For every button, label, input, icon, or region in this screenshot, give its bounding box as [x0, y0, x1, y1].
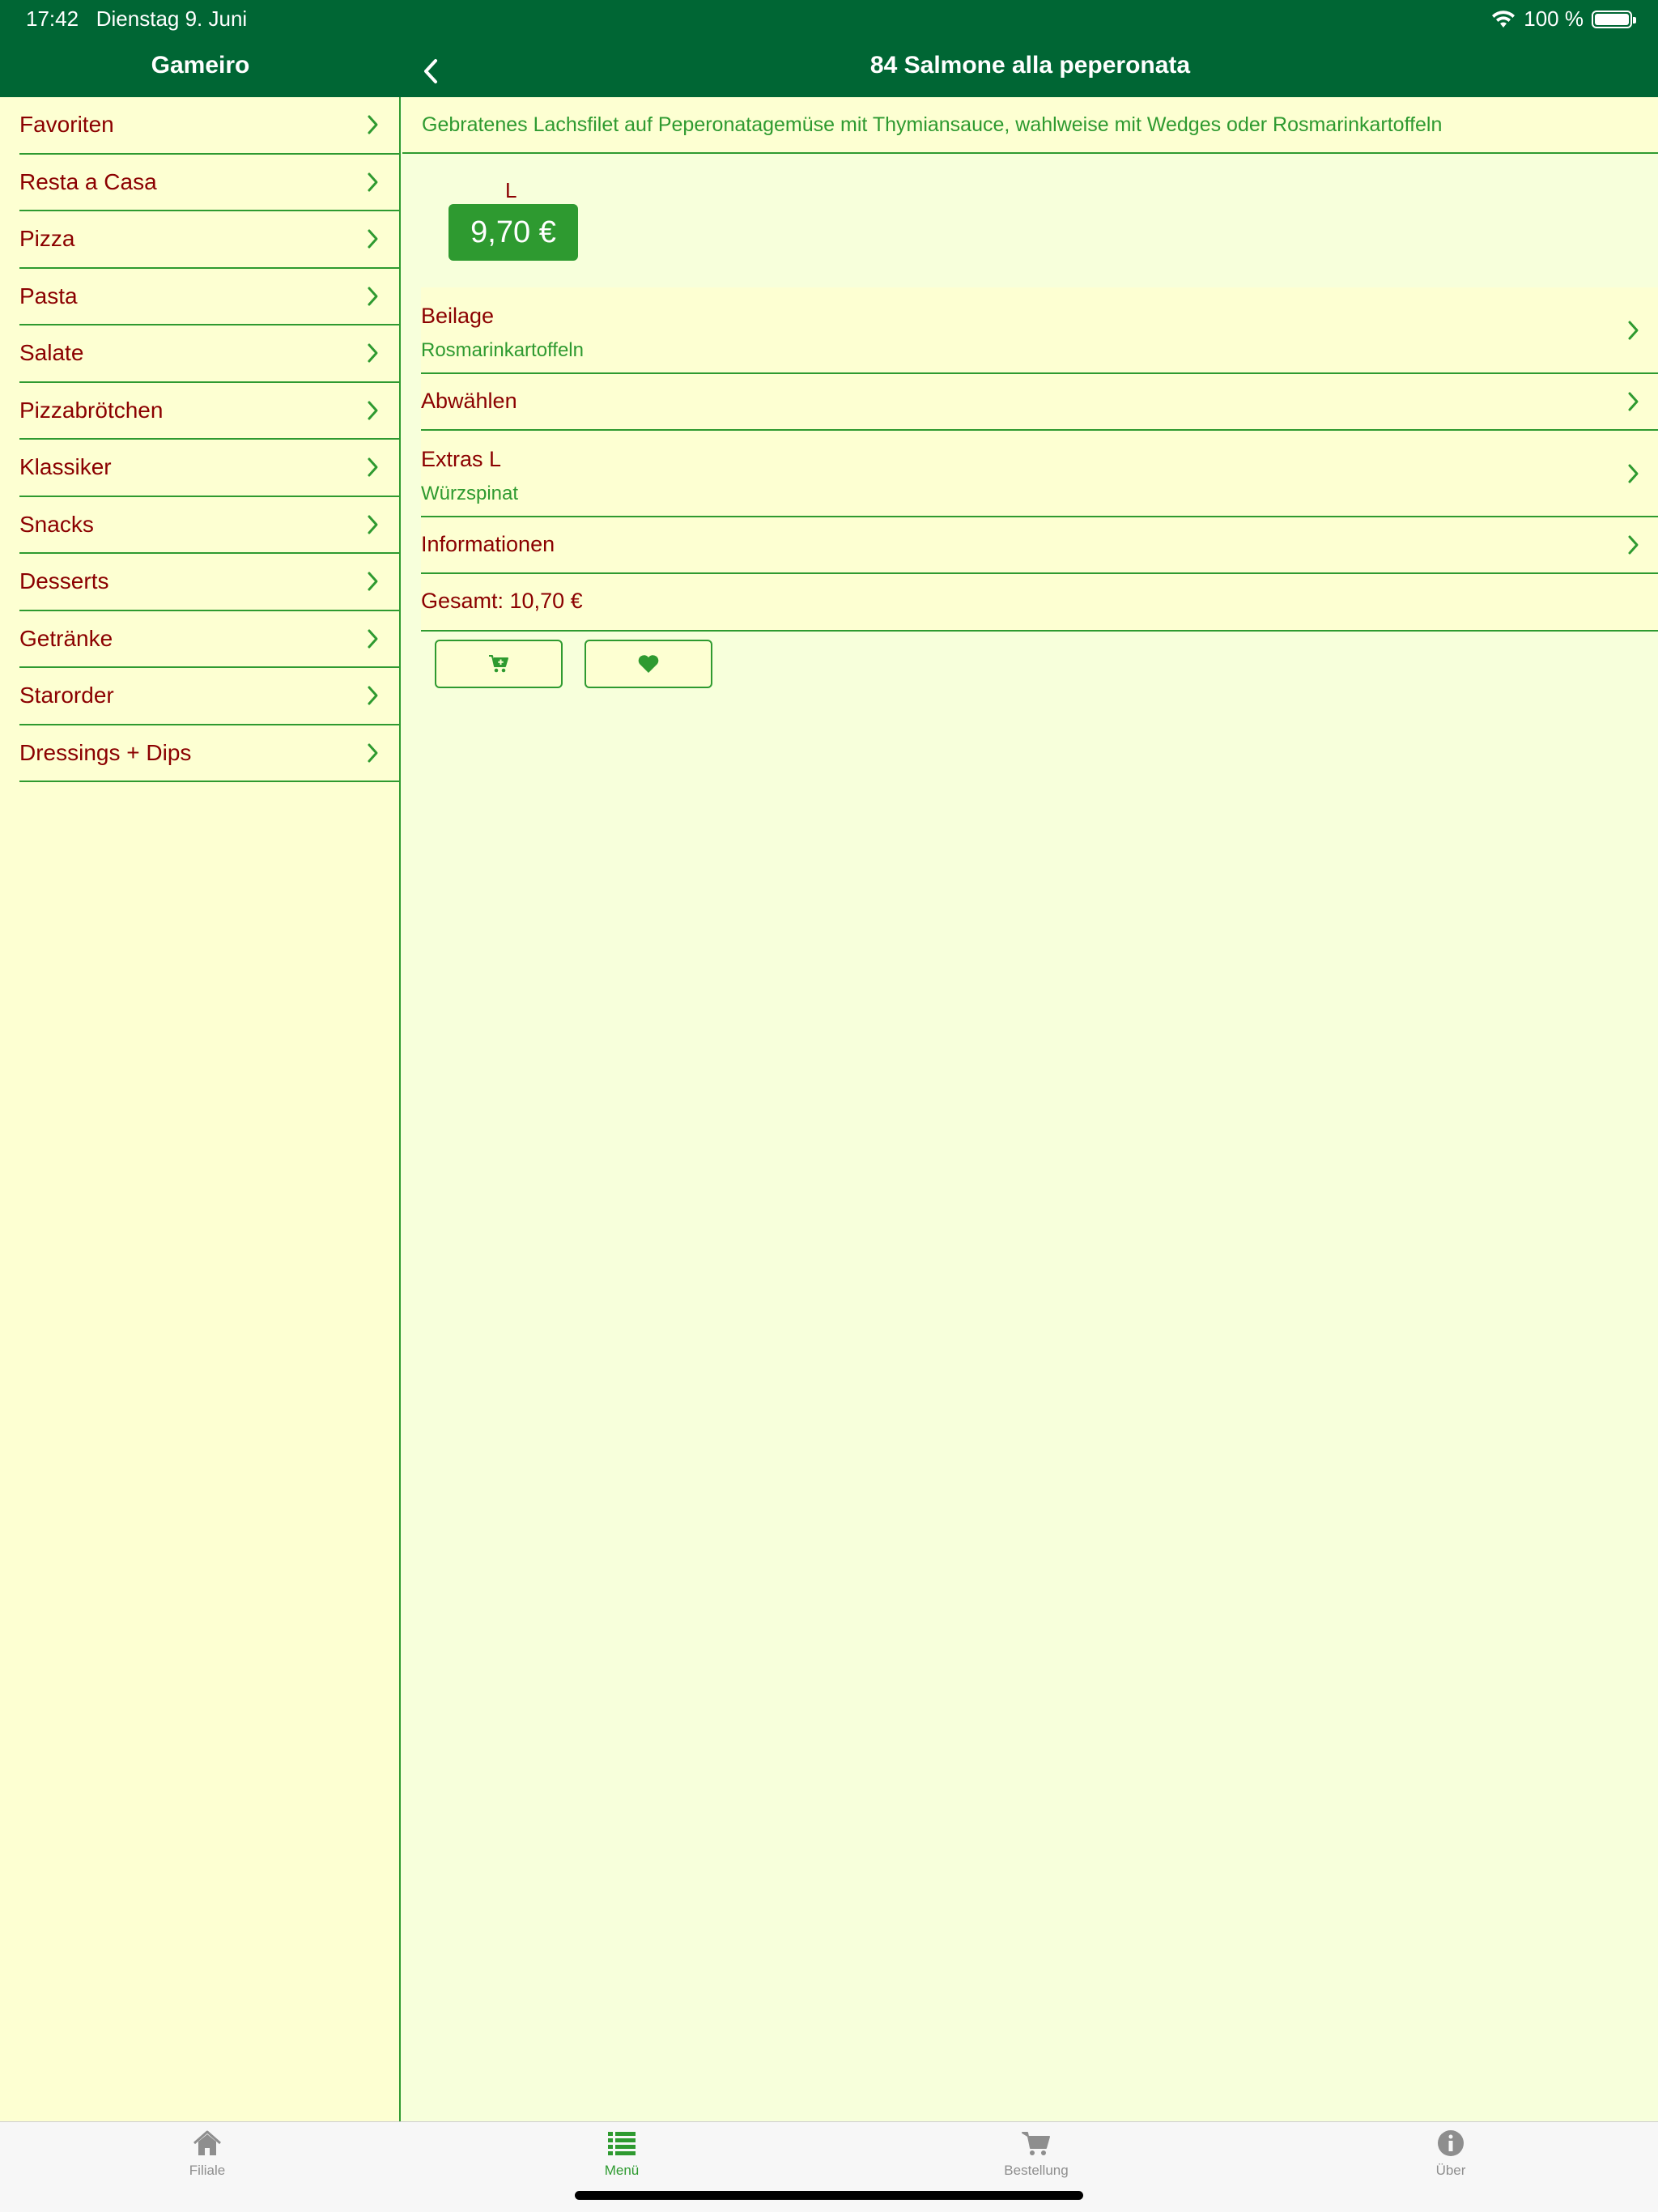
tab-menue[interactable]: Menü — [541, 2129, 703, 2187]
sidebar-item-label: Pizza — [19, 226, 75, 252]
wifi-icon — [1492, 10, 1516, 28]
total-row: Gesamt: 10,70 € — [421, 574, 1658, 632]
item-description: Gebratenes Lachsfilet auf Peperonatagemü… — [402, 97, 1658, 154]
heart-icon — [638, 655, 659, 673]
chevron-right-icon — [1628, 321, 1639, 339]
sidebar-item-resta-a-casa[interactable]: Resta a Casa — [19, 155, 399, 211]
option-value: Rosmarinkartoffeln — [421, 339, 584, 361]
chevron-right-icon — [368, 343, 378, 363]
cart-plus-icon — [489, 655, 508, 673]
total-price: Gesamt: 10,70 € — [421, 589, 583, 613]
option-label: Beilage — [421, 304, 495, 328]
list-icon — [608, 2132, 636, 2155]
chevron-right-icon — [368, 115, 378, 134]
chevron-right-icon — [368, 686, 378, 705]
sidebar-item-desserts[interactable]: Desserts — [19, 554, 399, 611]
battery-percent: 100 % — [1524, 6, 1584, 31]
chevron-right-icon — [368, 229, 378, 249]
option-extras-l[interactable]: Extras L Würzspinat — [421, 431, 1658, 517]
sidebar-title: Gameiro — [151, 52, 250, 79]
battery-icon — [1592, 10, 1636, 28]
sidebar-item-label: Salate — [19, 340, 84, 366]
price-button[interactable]: 9,70 € — [449, 204, 578, 261]
tab-filiale[interactable]: Filiale — [126, 2129, 288, 2187]
chevron-right-icon — [1628, 535, 1639, 555]
sidebar-item-label: Klassiker — [19, 454, 112, 480]
sidebar-item-favoriten[interactable]: Favoriten — [19, 97, 399, 155]
detail-pane: Gebratenes Lachsfilet auf Peperonatagemü… — [402, 97, 1658, 2121]
chevron-right-icon — [368, 515, 378, 534]
chevron-right-icon — [368, 172, 378, 192]
cart-icon — [1022, 2132, 1050, 2155]
chevron-right-icon — [368, 287, 378, 306]
sidebar-item-label: Dressings + Dips — [19, 739, 192, 765]
size-label: L — [505, 178, 517, 202]
sidebar-item-starorder[interactable]: Starorder — [19, 668, 399, 725]
sidebar-item-pizza[interactable]: Pizza — [19, 211, 399, 269]
option-label: Abwählen — [421, 389, 517, 413]
home-icon — [193, 2130, 221, 2155]
sidebar-item-getraenke[interactable]: Getränke — [19, 611, 399, 668]
sidebar-item-label: Pizzabrötchen — [19, 397, 164, 423]
option-beilage[interactable]: Beilage Rosmarinkartoffeln — [421, 287, 1658, 374]
chevron-right-icon — [368, 401, 378, 420]
sidebar-item-label: Favoriten — [19, 112, 114, 138]
tab-label: Bestellung — [1004, 2163, 1069, 2178]
sidebar-item-pasta[interactable]: Pasta — [19, 269, 399, 325]
option-abwaehlen[interactable]: Abwählen — [421, 374, 1658, 431]
sidebar-item-label: Starorder — [19, 683, 114, 708]
chevron-right-icon — [1628, 392, 1639, 411]
sidebar-item-label: Pasta — [19, 283, 78, 308]
top-bar: 17:42 Dienstag 9. Juni 100 % Gameiro 84 … — [0, 0, 1658, 97]
size-price-area: L 9,70 € — [402, 154, 1658, 287]
add-to-favorites-button[interactable] — [585, 640, 712, 688]
option-informationen[interactable]: Informationen — [421, 517, 1658, 574]
add-to-cart-button[interactable] — [435, 640, 563, 688]
page-title: 84 Salmone alla peperonata — [869, 52, 1191, 79]
chevron-right-icon — [1628, 464, 1639, 483]
status-time-date: 17:42 Dienstag 9. Juni — [26, 6, 247, 32]
sidebar-item-klassiker[interactable]: Klassiker — [19, 440, 399, 497]
sidebar-item-label: Snacks — [19, 511, 94, 537]
chevron-right-icon — [368, 629, 378, 649]
tab-bestellung[interactable]: Bestellung — [955, 2129, 1117, 2187]
sidebar-item-label: Resta a Casa — [19, 168, 157, 194]
sidebar: Favoriten Resta a Casa Pizza Pasta Salat… — [0, 97, 401, 2121]
sidebar-item-label: Desserts — [19, 568, 109, 594]
sidebar-item-dressings-dips[interactable]: Dressings + Dips — [19, 725, 399, 782]
tab-label: Über — [1435, 2163, 1466, 2178]
option-value: Würzspinat — [421, 483, 519, 504]
option-label: Informationen — [421, 532, 555, 556]
chevron-right-icon — [368, 743, 378, 763]
sidebar-item-label: Getränke — [19, 625, 113, 651]
status-indicators: 100 % — [1491, 6, 1636, 32]
status-time: 17:42 — [26, 6, 79, 31]
tab-label: Menü — [604, 2163, 640, 2178]
sidebar-item-snacks[interactable]: Snacks — [19, 497, 399, 554]
chevron-right-icon — [368, 457, 378, 477]
option-label: Extras L — [421, 447, 502, 471]
tab-label: Filiale — [189, 2163, 226, 2178]
action-buttons — [402, 632, 1658, 696]
sidebar-item-salate[interactable]: Salate — [19, 325, 399, 383]
tab-ueber[interactable]: Über — [1370, 2129, 1532, 2187]
chevron-right-icon — [368, 572, 378, 591]
sidebar-item-pizzabroetchen[interactable]: Pizzabrötchen — [19, 383, 399, 440]
info-icon — [1438, 2130, 1464, 2156]
home-indicator[interactable] — [575, 2191, 1083, 2200]
status-date: Dienstag 9. Juni — [96, 6, 248, 31]
